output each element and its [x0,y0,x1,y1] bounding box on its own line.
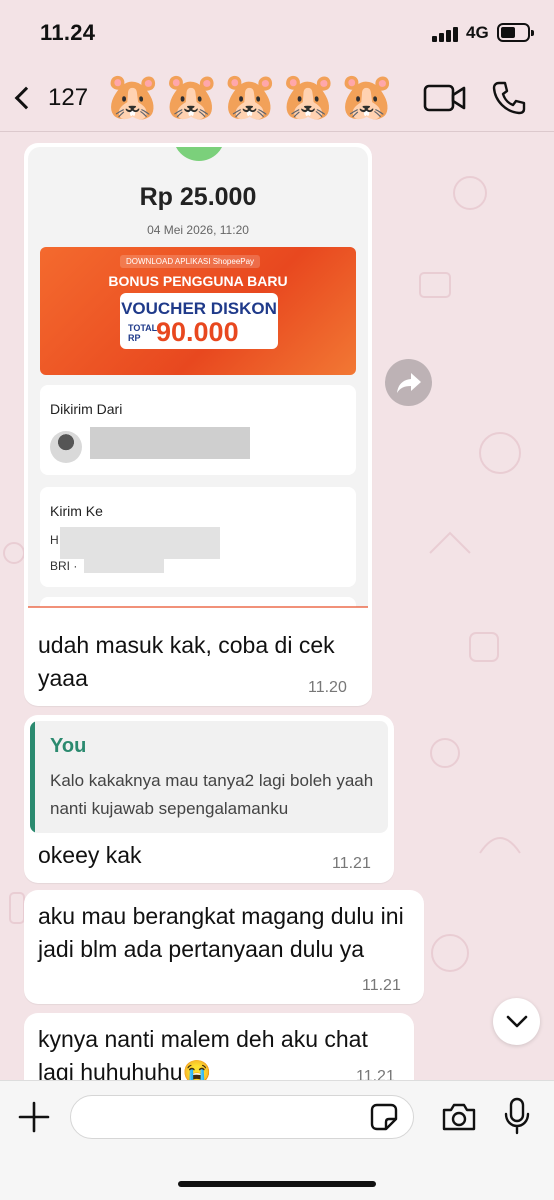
hamster-emoji: 🐹 [279,70,338,122]
sender-card: Dikirim Dari [40,385,356,475]
message-text: okeey kak [38,842,142,868]
promo-download-label: DOWNLOAD APLIKASI ShopeePay [120,255,261,268]
sender-avatar [50,431,82,463]
quoted-message[interactable]: You Kalo kakaknya mau tanya2 lagi boleh … [30,721,388,833]
redacted-account-number [84,559,164,573]
back-button[interactable]: 127 [10,78,100,118]
recipient-label: Kirim Ke [50,503,103,519]
message-text: aku mau berangkat magang dulu ini jadi b… [38,903,404,962]
payment-receipt-image[interactable]: Rp 25.000 04 Mei 2026, 11:20 DOWNLOAD AP… [28,147,368,607]
chevron-left-icon [14,86,38,110]
reply-message-bubble[interactable]: You Kalo kakaknya mau tanya2 lagi boleh … [24,715,394,883]
status-bar: 11.24 4G [0,0,554,62]
camera-icon [442,1103,476,1131]
voucher-title: VOUCHER DISKON [121,299,277,318]
redacted-sender-name [90,427,250,459]
hamster-emoji: 🐹 [162,70,221,122]
chat-header: 127 🐹 🐹 🐹 🐹 🐹 [0,62,554,132]
voucher-amount: 90.000 [156,317,239,347]
recipient-initial: H [50,533,59,547]
sticker-button[interactable] [370,1103,398,1131]
message-time: 11.20 [308,679,347,696]
scroll-to-bottom-button[interactable] [493,998,540,1045]
plus-icon [18,1101,50,1133]
receipt-amount: Rp 25.000 [139,183,257,211]
sender-label: Dikirim Dari [50,401,123,417]
redacted-recipient-name [60,527,220,559]
signal-icon [432,26,462,42]
phone-icon [492,81,526,115]
network-type: 4G [466,23,489,42]
voucher-card: VOUCHER DISKON TOTAL RP 90.000 [120,293,278,349]
message-input-bar [0,1080,554,1200]
message-time: 11.21 [356,1068,395,1080]
hamster-emoji: 🐹 [104,70,162,122]
message-time: 11.21 [332,855,371,872]
promo-banner: DOWNLOAD APLIKASI ShopeePay BONUS PENGGU… [40,247,356,375]
forward-icon [396,372,421,393]
hamster-emoji: 🐹 [221,70,279,122]
forward-button[interactable] [385,359,432,406]
voucher-total-label: TOTAL RP [128,323,157,343]
receipt-divider [28,606,368,608]
image-message-bubble[interactable]: Rp 25.000 04 Mei 2026, 11:20 DOWNLOAD AP… [24,143,372,706]
success-check-icon [173,147,225,161]
message-bubble[interactable]: aku mau berangkat magang dulu ini jadi b… [24,890,424,1004]
status-time: 11.24 [40,20,96,45]
quoted-author: You [50,735,87,757]
sticker-icon [370,1103,398,1131]
chevron-down-icon [506,1015,527,1027]
camera-button[interactable] [441,1101,477,1133]
recipient-card: Kirim Ke H BRI · [40,487,356,587]
message-text: kynya nanti malem deh aku chat lagi huhu… [38,1026,368,1080]
promo-bonus-title: BONUS PENGGUNA BARU [108,273,288,289]
home-indicator [178,1181,376,1187]
quoted-text: Kalo kakaknya mau tanya2 lagi boleh yaah… [50,771,374,818]
contact-name[interactable]: 🐹 🐹 🐹 🐹 🐹 [104,66,396,126]
message-bubble[interactable]: kynya nanti malem deh aku chat lagi huhu… [24,1013,414,1080]
voice-call-button[interactable] [491,80,527,116]
message-time: 11.21 [362,977,401,994]
microphone-icon [504,1097,530,1135]
hamster-emoji: 🐹 [338,70,396,122]
recipient-bank: BRI · [50,559,78,573]
unread-count: 127 [48,84,89,111]
video-call-button[interactable] [423,82,467,114]
attach-button[interactable] [16,1099,52,1135]
video-call-icon [423,84,466,112]
chat-area[interactable]: Rp 25.000 04 Mei 2026, 11:20 DOWNLOAD AP… [0,133,554,1080]
message-input[interactable] [70,1095,414,1139]
voice-message-button[interactable] [503,1097,531,1135]
battery-icon [497,23,534,42]
quote-accent-bar [30,721,35,833]
receipt-date: 04 Mei 2026, 11:20 [147,223,249,237]
